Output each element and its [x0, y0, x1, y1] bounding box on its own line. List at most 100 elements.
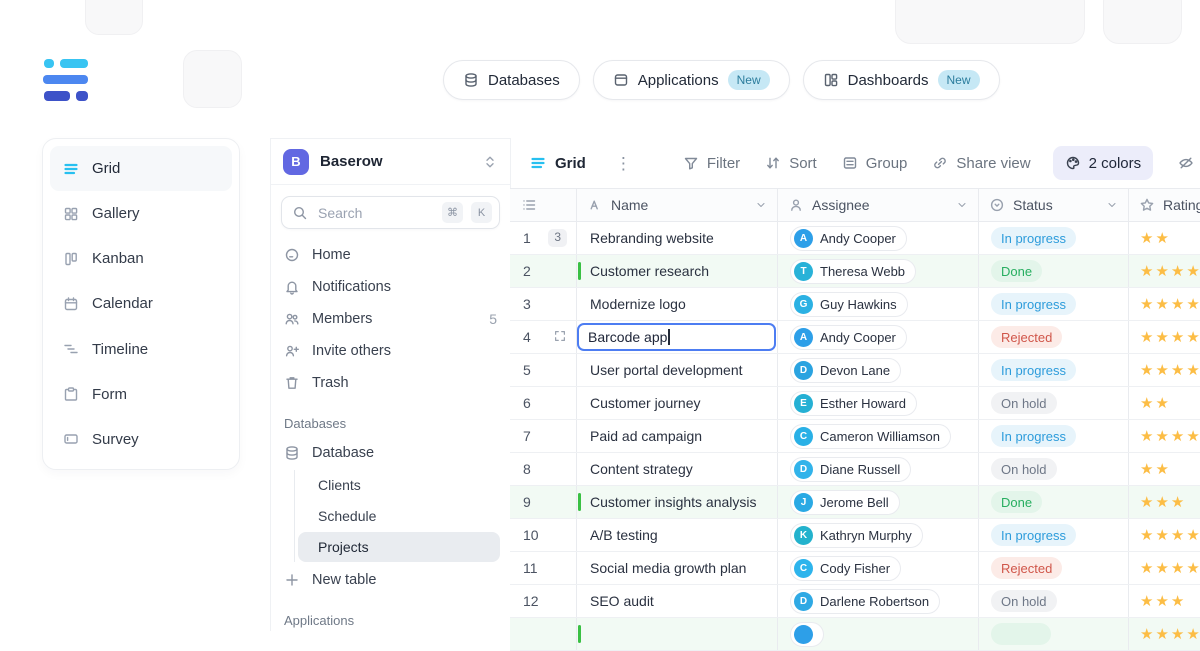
toolbar-button-group[interactable]: Group — [842, 155, 908, 172]
name-cell-editor[interactable]: Barcode app — [577, 323, 776, 351]
assignee-cell[interactable]: KKathryn Murphy — [778, 519, 979, 551]
star-rating[interactable]: ★★★★ — [1140, 561, 1200, 576]
row-number-cell[interactable]: 2 — [510, 255, 577, 287]
row-number-cell[interactable]: 13 — [510, 222, 577, 254]
menu-item-notifications[interactable]: Notifications — [271, 271, 510, 303]
column-header-assignee[interactable]: Assignee — [778, 189, 979, 221]
nav-pill-applications[interactable]: ApplicationsNew — [593, 60, 790, 100]
assignee-cell[interactable]: CCody Fisher — [778, 552, 979, 584]
rating-cell[interactable]: ★★ — [1129, 453, 1200, 485]
row-number-cell[interactable]: 4 — [510, 321, 577, 353]
name-cell[interactable]: Customer research — [577, 255, 778, 287]
assignee-cell[interactable]: CCameron Williamson — [778, 420, 979, 452]
menu-item-trash[interactable]: Trash — [271, 367, 510, 399]
name-cell[interactable] — [577, 618, 778, 650]
rating-cell[interactable]: ★★★★ — [1129, 618, 1200, 650]
assignee-cell[interactable]: AAndy Cooper — [778, 321, 979, 353]
row-number-cell[interactable]: 6 — [510, 387, 577, 419]
star-rating[interactable]: ★★★ — [1140, 594, 1186, 609]
rating-cell[interactable]: ★★★★ — [1129, 288, 1200, 320]
table-row[interactable]: ★★★★ — [510, 618, 1200, 651]
star-rating[interactable]: ★★★★ — [1140, 363, 1200, 378]
star-rating[interactable]: ★★★★ — [1140, 297, 1200, 312]
status-cell[interactable]: Rejected — [979, 321, 1129, 353]
search-input[interactable] — [316, 204, 434, 222]
status-cell[interactable]: On hold — [979, 387, 1129, 419]
assignee-cell[interactable] — [778, 618, 979, 650]
status-cell[interactable]: On hold — [979, 585, 1129, 617]
assignee-cell[interactable]: JJerome Bell — [778, 486, 979, 518]
row-number-cell[interactable]: 12 — [510, 585, 577, 617]
row-number-cell[interactable]: 11 — [510, 552, 577, 584]
table-row[interactable]: 10A/B testingKKathryn MurphyIn progress★… — [510, 519, 1200, 552]
name-cell[interactable]: User portal development — [577, 354, 778, 386]
assignee-chip[interactable]: CCameron Williamson — [790, 424, 951, 449]
expand-row-icon[interactable] — [553, 329, 567, 346]
assignee-cell[interactable]: DDiane Russell — [778, 453, 979, 485]
name-cell[interactable]: Modernize logo — [577, 288, 778, 320]
assignee-chip[interactable]: KKathryn Murphy — [790, 523, 923, 548]
sidebar-item-timeline[interactable]: Timeline — [50, 327, 232, 372]
row-comment-count[interactable]: 3 — [548, 229, 567, 246]
name-cell[interactable]: Paid ad campaign — [577, 420, 778, 452]
assignee-cell[interactable]: TTheresa Webb — [778, 255, 979, 287]
assignee-cell[interactable]: DDevon Lane — [778, 354, 979, 386]
rating-cell[interactable]: ★★★ — [1129, 486, 1200, 518]
status-cell[interactable]: In progress — [979, 222, 1129, 254]
star-rating[interactable]: ★★★★ — [1140, 264, 1200, 279]
kebab-menu-icon[interactable]: ⋮ — [615, 155, 632, 172]
table-item-clients[interactable]: Clients — [298, 470, 500, 500]
table-row[interactable]: 13Rebranding websiteAAndy CooperIn progr… — [510, 222, 1200, 255]
rating-cell[interactable]: ★★★ — [1129, 585, 1200, 617]
star-rating[interactable]: ★★★★ — [1140, 330, 1200, 345]
table-row[interactable]: 5User portal developmentDDevon LaneIn pr… — [510, 354, 1200, 387]
row-select-header[interactable] — [510, 189, 577, 221]
nav-pill-dashboards[interactable]: DashboardsNew — [803, 60, 1000, 100]
menu-item-members[interactable]: Members5 — [271, 303, 510, 335]
assignee-chip[interactable]: DDarlene Robertson — [790, 589, 940, 614]
assignee-chip[interactable]: CCody Fisher — [790, 556, 901, 581]
toolbar-button-sort[interactable]: Sort — [765, 155, 817, 172]
rating-cell[interactable]: ★★ — [1129, 222, 1200, 254]
assignee-chip[interactable]: GGuy Hawkins — [790, 292, 908, 317]
status-cell[interactable] — [979, 618, 1129, 650]
toolbar-button-share-view[interactable]: Share view — [932, 155, 1030, 172]
star-rating[interactable]: ★★★★ — [1140, 429, 1200, 444]
star-rating[interactable]: ★★★ — [1140, 495, 1186, 510]
assignee-chip[interactable]: AAndy Cooper — [790, 325, 907, 350]
row-number-cell[interactable]: 10 — [510, 519, 577, 551]
table-row[interactable]: 11Social media growth planCCody FisherRe… — [510, 552, 1200, 585]
toolbar-button-filter[interactable]: Filter — [683, 155, 740, 172]
status-cell[interactable]: On hold — [979, 453, 1129, 485]
toolbar-button-hide-field[interactable]: Hide field — [1178, 155, 1200, 172]
star-rating[interactable]: ★★★★ — [1140, 528, 1200, 543]
name-cell[interactable]: Customer journey — [577, 387, 778, 419]
rating-cell[interactable]: ★★★★ — [1129, 519, 1200, 551]
menu-item-invite-others[interactable]: Invite others — [271, 335, 510, 367]
table-row[interactable]: 4Barcode app AAndy Cooper Rejected ★★★★ — [510, 321, 1200, 354]
workspace-header[interactable]: B Baserow — [271, 139, 510, 185]
rating-cell[interactable]: ★★★★ — [1129, 354, 1200, 386]
column-header-rating[interactable]: Rating — [1129, 189, 1200, 221]
table-row[interactable]: 7Paid ad campaignCCameron WilliamsonIn p… — [510, 420, 1200, 453]
status-cell[interactable]: Rejected — [979, 552, 1129, 584]
status-cell[interactable]: In progress — [979, 354, 1129, 386]
row-number-cell[interactable]: 8 — [510, 453, 577, 485]
table-row[interactable]: 12SEO auditDDarlene RobertsonOn hold★★★ — [510, 585, 1200, 618]
name-cell[interactable]: Customer insights analysis — [577, 486, 778, 518]
row-number-cell[interactable] — [510, 618, 577, 650]
star-rating[interactable]: ★★ — [1140, 462, 1171, 477]
toolbar-button-2-colors[interactable]: 2 colors — [1053, 146, 1154, 180]
assignee-chip[interactable]: JJerome Bell — [790, 490, 900, 515]
star-rating[interactable]: ★★★★ — [1140, 627, 1200, 642]
name-cell[interactable]: Rebranding website — [577, 222, 778, 254]
sidebar-item-calendar[interactable]: Calendar — [50, 281, 232, 326]
assignee-chip[interactable] — [790, 622, 824, 647]
assignee-chip[interactable]: DDiane Russell — [790, 457, 911, 482]
status-cell[interactable]: In progress — [979, 288, 1129, 320]
table-row[interactable]: 2Customer researchTTheresa WebbDone★★★★ — [510, 255, 1200, 288]
star-rating[interactable]: ★★ — [1140, 231, 1171, 246]
name-cell[interactable]: Content strategy — [577, 453, 778, 485]
assignee-cell[interactable]: DDarlene Robertson — [778, 585, 979, 617]
status-cell[interactable]: In progress — [979, 519, 1129, 551]
